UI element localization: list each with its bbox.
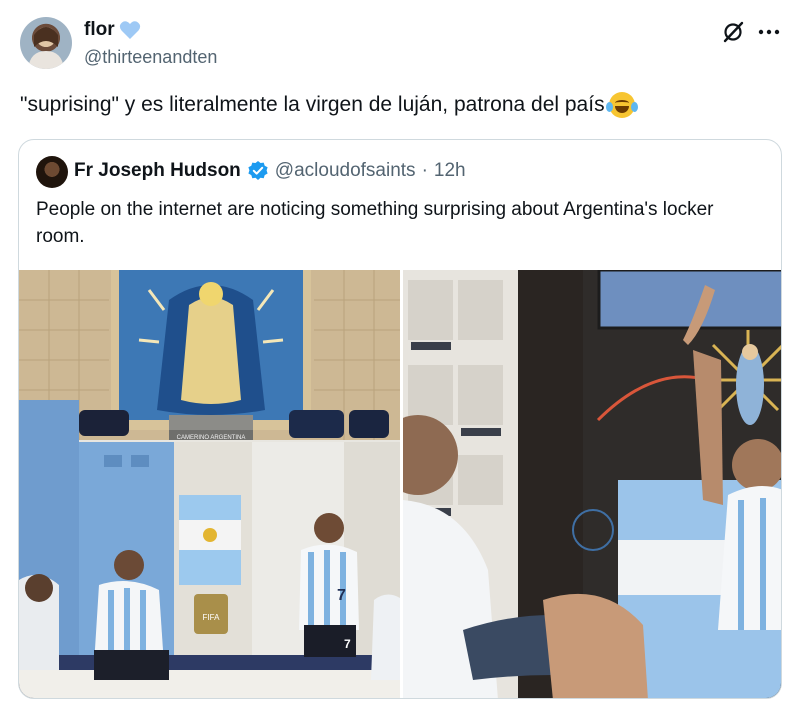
tweet-text-content: "suprising" y es literalmente la virgen … <box>20 93 605 116</box>
face-with-tears-of-joy-emoji <box>605 92 638 118</box>
quoted-tweet[interactable]: Fr Joseph Hudson @acloudofsaints · 12h P… <box>18 139 782 699</box>
separator-dot: · <box>421 160 428 181</box>
quoted-header: Fr Joseph Hudson @acloudofsaints · 12h <box>74 160 466 182</box>
author-name-text[interactable]: flor <box>84 19 115 41</box>
grok-icon[interactable] <box>722 21 744 43</box>
quoted-author-name[interactable]: Fr Joseph Hudson <box>74 160 241 182</box>
tweet-text: "suprising" y es literalmente la virgen … <box>20 92 638 118</box>
fifa-badge: FIFA <box>203 613 221 622</box>
verified-badge-icon[interactable] <box>247 160 269 182</box>
quoted-author-handle[interactable]: @acloudofsaints <box>275 160 416 182</box>
more-icon[interactable] <box>757 21 783 43</box>
jersey-number: 7 <box>337 587 346 604</box>
quoted-author-avatar[interactable] <box>36 156 68 188</box>
quoted-timestamp[interactable]: 12h <box>434 160 466 182</box>
author-avatar[interactable] <box>20 17 72 69</box>
quoted-text: People on the internet are noticing some… <box>36 199 714 247</box>
author-handle[interactable]: @thirteenandten <box>84 47 217 68</box>
shorts-number: 7 <box>344 637 351 651</box>
author-name[interactable]: flor <box>84 19 141 41</box>
media-grid: CAMERINO ARGENTINA FIFA 7 7 <box>19 270 781 698</box>
celebration-photo[interactable] <box>403 270 781 698</box>
locker-room-photo[interactable]: CAMERINO ARGENTINA FIFA 7 7 <box>19 270 400 698</box>
heart-icon <box>119 20 141 40</box>
